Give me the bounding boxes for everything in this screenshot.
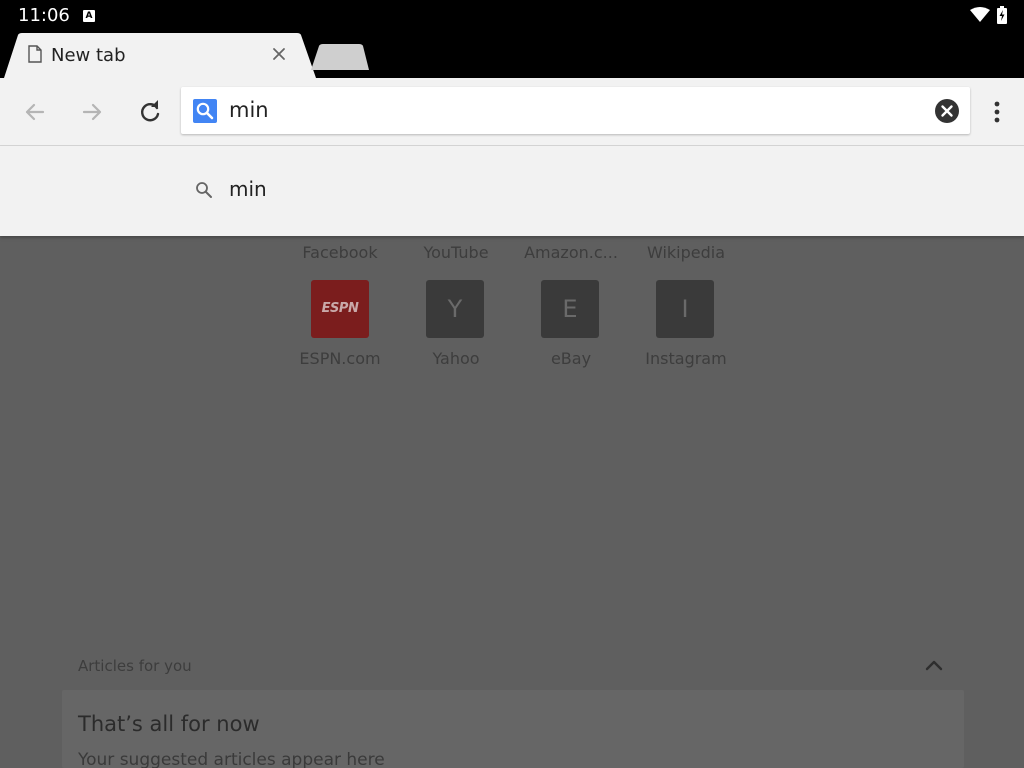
chevron-up-icon[interactable] <box>924 656 944 674</box>
omnibox[interactable] <box>181 87 970 134</box>
most-visited-label[interactable]: Wikipedia <box>621 243 751 262</box>
status-bar: 11:06 A <box>0 0 1024 32</box>
most-visited-label[interactable]: Yahoo <box>391 349 521 368</box>
most-visited-tile-espn[interactable]: ESPN <box>311 280 369 338</box>
search-icon <box>196 182 212 198</box>
most-visited-label[interactable]: Instagram <box>621 349 751 368</box>
articles-card: That’s all for now Your suggested articl… <box>62 690 964 768</box>
search-icon <box>193 99 217 123</box>
most-visited-label[interactable]: eBay <box>506 349 636 368</box>
toolbar <box>0 78 1024 146</box>
most-visited-tile-ebay[interactable]: E <box>541 280 599 338</box>
espn-logo: ESPN <box>321 301 359 316</box>
back-arrow-icon[interactable] <box>21 98 49 126</box>
most-visited-tile-instagram[interactable]: I <box>656 280 714 338</box>
clear-icon[interactable] <box>935 99 959 123</box>
articles-header: Articles for you <box>78 657 192 675</box>
battery-charging-icon <box>997 6 1007 24</box>
suggestion-list: min <box>0 146 1024 236</box>
most-visited-tile-yahoo[interactable]: Y <box>426 280 484 338</box>
wifi-icon <box>970 7 990 22</box>
overflow-menu-icon[interactable] <box>986 98 1008 126</box>
tab-new-tab[interactable]: New tab <box>4 33 316 78</box>
close-icon[interactable] <box>270 45 288 63</box>
suggestion-text: min <box>229 177 267 201</box>
omnibox-input[interactable] <box>229 93 919 127</box>
suggestion-item[interactable]: min <box>0 146 1024 234</box>
forward-arrow-icon[interactable] <box>78 98 106 126</box>
status-time: 11:06 <box>18 5 70 26</box>
reload-icon[interactable] <box>136 98 164 126</box>
most-visited-label[interactable]: Facebook <box>275 243 405 262</box>
most-visited-label[interactable]: Amazon.c... <box>506 243 636 262</box>
tab-strip: New tab <box>0 32 1024 78</box>
card-title: That’s all for now <box>78 712 260 736</box>
text-input-icon: A <box>83 10 95 22</box>
page-icon <box>28 45 42 63</box>
tab-title: New tab <box>51 45 126 66</box>
card-subtitle: Your suggested articles appear here <box>78 750 385 768</box>
new-tab-icon[interactable] <box>311 44 369 70</box>
most-visited-label[interactable]: ESPN.com <box>275 349 405 368</box>
most-visited-label[interactable]: YouTube <box>391 243 521 262</box>
